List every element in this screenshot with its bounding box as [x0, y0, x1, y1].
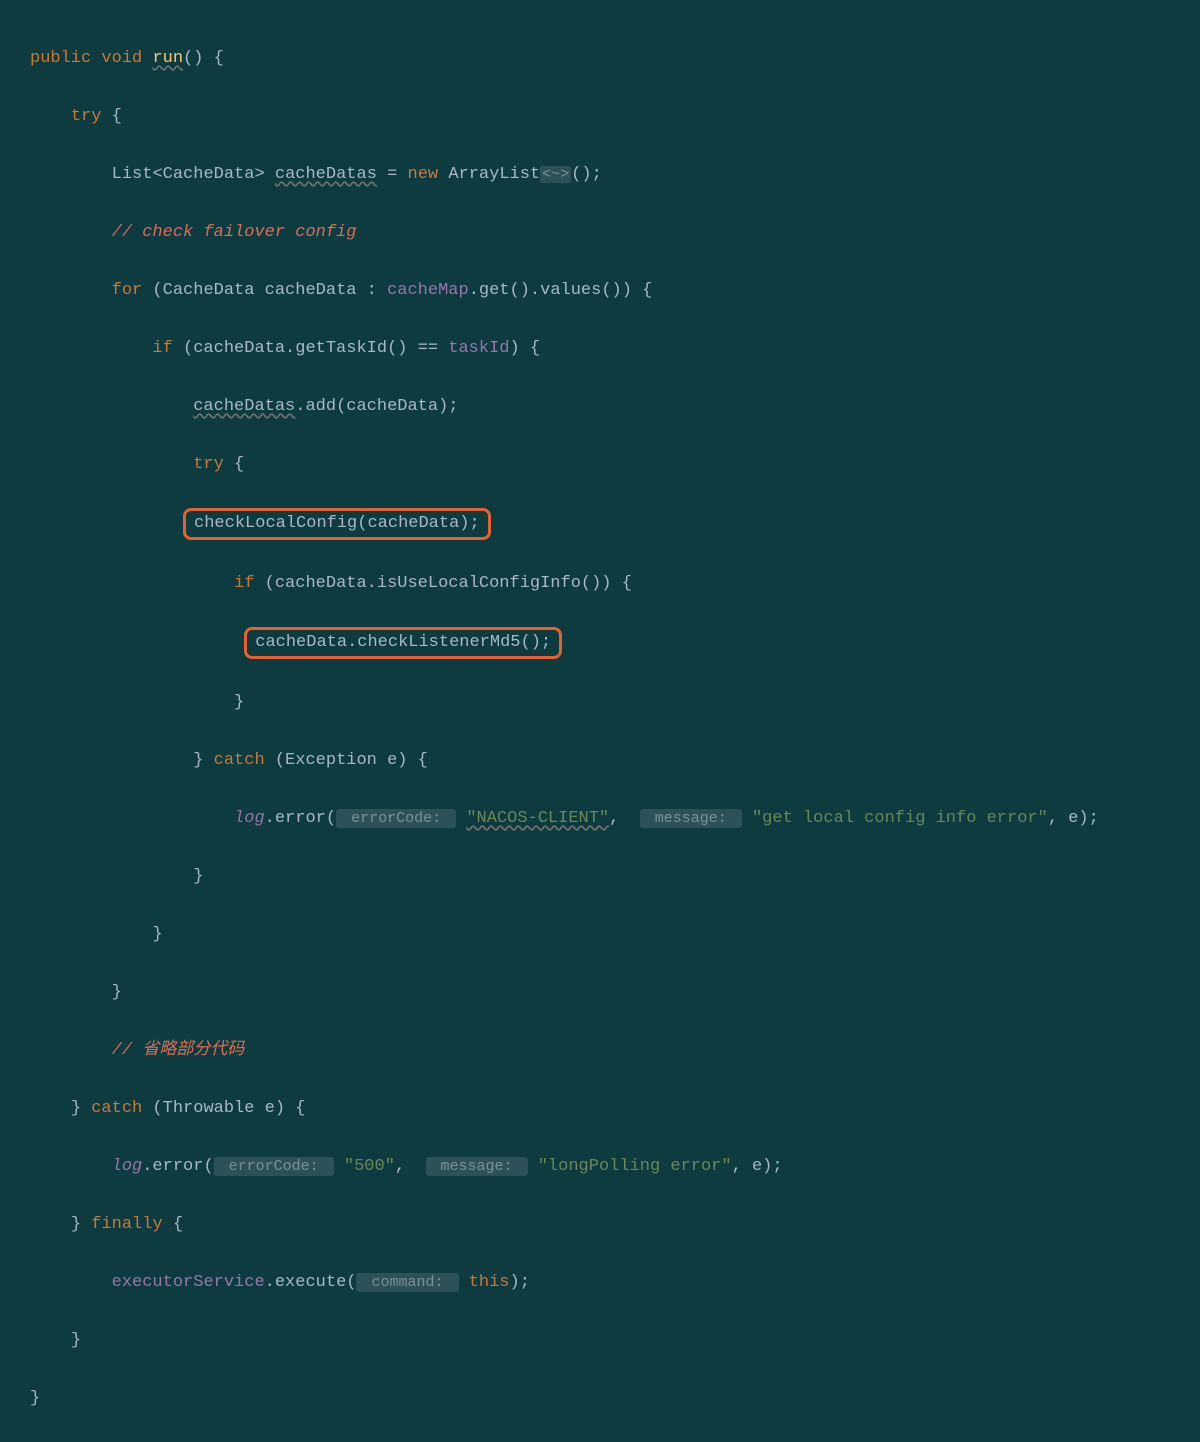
highlight-check-local-config: checkLocalConfig(cacheData);: [183, 508, 491, 540]
brace-close-final: }: [30, 1389, 40, 1408]
tail: , e);: [1048, 809, 1099, 828]
brace-close: }: [71, 1331, 81, 1350]
var-cachedatas: cacheDatas: [275, 165, 377, 184]
field-executorservice: executorService: [112, 1273, 265, 1292]
type-cachedata: CacheData: [163, 165, 255, 184]
string-longpolling: "longPolling error": [538, 1157, 732, 1176]
code-block: public void run() { try { List<CacheData…: [0, 0, 1200, 1442]
catch-throwable-tail: (Throwable e) {: [142, 1099, 305, 1118]
log-var: log: [234, 809, 265, 828]
brace-close: }: [152, 925, 162, 944]
brace: {: [101, 107, 121, 126]
comment-omitted: // 省略部分代码: [112, 1041, 245, 1060]
brace: {: [203, 49, 223, 68]
keyword-catch: catch: [214, 751, 265, 770]
hint-message: message:: [640, 809, 742, 828]
string-nacos-client: "NACOS-CLIENT": [466, 809, 609, 828]
type-list: List: [112, 165, 153, 184]
tail: ();: [571, 165, 602, 184]
keyword-if: if: [152, 339, 172, 358]
string-get-local-config: "get local config info error": [752, 809, 1048, 828]
comma: ,: [395, 1157, 415, 1176]
brace-close: }: [193, 751, 213, 770]
tail: );: [510, 1273, 530, 1292]
generic-hint: <~>: [540, 166, 571, 183]
field-cachemap: cacheMap: [387, 281, 469, 300]
keyword-try: try: [71, 107, 102, 126]
dot-error: .error(: [265, 809, 336, 828]
if-tail: ) {: [510, 339, 541, 358]
comment-failover: // check failover config: [112, 223, 357, 242]
brace-close: }: [71, 1099, 91, 1118]
keyword-for: for: [112, 281, 143, 300]
paren: (): [183, 49, 203, 68]
for-tail: .get().values()) {: [469, 281, 653, 300]
method-name-run: run: [152, 49, 183, 68]
dot-error-outer: .error(: [142, 1157, 213, 1176]
brace-close: }: [71, 1215, 91, 1234]
catch-tail: (Exception e) {: [265, 751, 428, 770]
hint-errorcode: errorCode:: [336, 809, 456, 828]
keyword-void: void: [101, 49, 142, 68]
angle-gt: >: [254, 165, 264, 184]
keyword-finally: finally: [91, 1215, 162, 1234]
brace: {: [224, 455, 244, 474]
tail: , e);: [732, 1157, 783, 1176]
keyword-new: new: [408, 165, 439, 184]
brace-close: }: [112, 983, 122, 1002]
if-head: (cacheData.getTaskId() ==: [173, 339, 448, 358]
for-head: (CacheData cacheData :: [142, 281, 387, 300]
brace-close: }: [193, 867, 203, 886]
keyword-public: public: [30, 49, 91, 68]
comma: ,: [609, 809, 629, 828]
highlight-check-listener-md5: cacheData.checkListenerMd5();: [244, 627, 562, 659]
hint-command: command:: [356, 1273, 458, 1292]
keyword-catch-outer: catch: [91, 1099, 142, 1118]
var-cachedatas-use: cacheDatas: [193, 397, 295, 416]
log-var-outer: log: [112, 1157, 143, 1176]
type-arraylist: ArrayList: [448, 165, 540, 184]
if-local-head: (cacheData.isUseLocalConfigInfo()) {: [254, 574, 631, 593]
brace: {: [163, 1215, 183, 1234]
call-checklistenermd5: cacheData.checkListenerMd5();: [255, 633, 551, 652]
brace-close: }: [234, 693, 244, 712]
string-500: "500": [344, 1157, 395, 1176]
keyword-try-inner: try: [193, 455, 224, 474]
call-checklocalconfig: checkLocalConfig(cacheData);: [194, 514, 480, 533]
keyword-if-inner: if: [234, 574, 254, 593]
op-eq: =: [377, 165, 408, 184]
hint-errorcode-500: errorCode:: [214, 1157, 334, 1176]
hint-message-longpoll: message:: [426, 1157, 528, 1176]
keyword-this: this: [469, 1273, 510, 1292]
angle-lt: <: [152, 165, 162, 184]
dot-execute: .execute(: [265, 1273, 357, 1292]
field-taskid: taskId: [448, 339, 509, 358]
add-call: .add(cacheData);: [295, 397, 458, 416]
